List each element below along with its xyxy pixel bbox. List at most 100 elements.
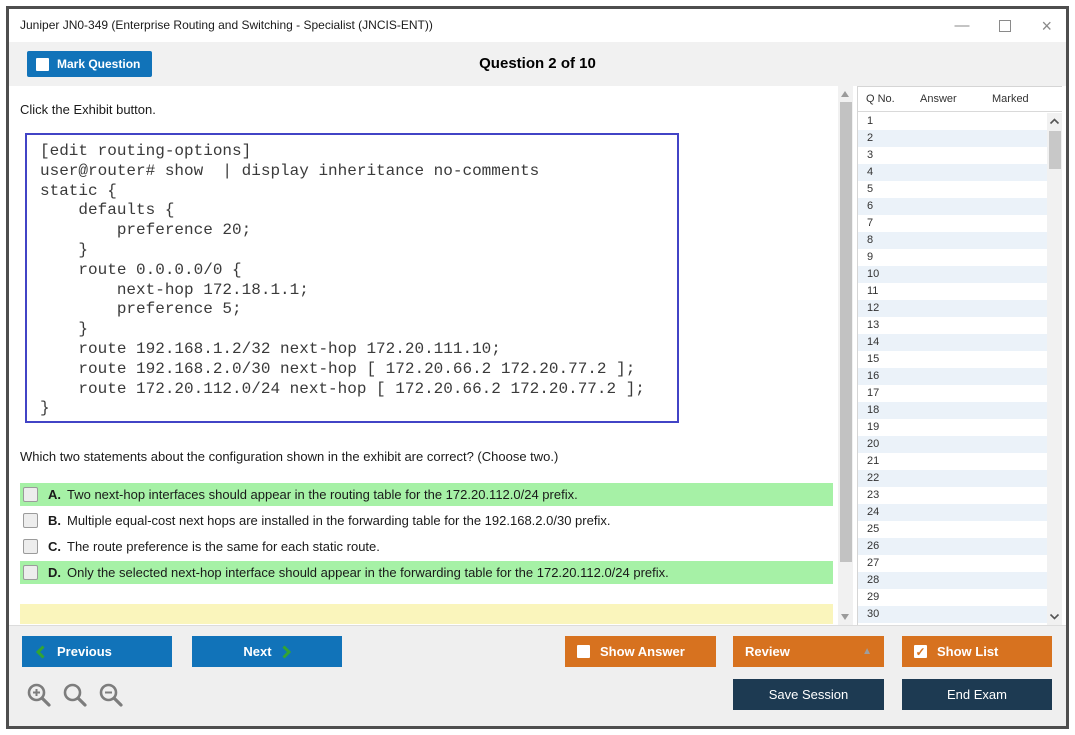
question-number: 20 xyxy=(867,438,879,450)
chevron-up-icon[interactable] xyxy=(1049,118,1060,125)
answer-option-b[interactable]: B.Multiple equal-cost next hops are inst… xyxy=(20,509,833,532)
question-counter: Question 2 of 10 xyxy=(9,42,1066,86)
show-answer-checkbox[interactable] xyxy=(577,645,590,658)
answer-option-d[interactable]: D.Only the selected next-hop interface s… xyxy=(20,561,833,584)
question-number: 30 xyxy=(867,608,879,620)
question-list-row[interactable]: 14 xyxy=(858,334,1047,351)
question-list-row[interactable]: 19 xyxy=(858,419,1047,436)
question-list-row[interactable]: 9 xyxy=(858,249,1047,266)
question-number: 28 xyxy=(867,574,879,586)
zoom-in-icon[interactable] xyxy=(26,682,53,709)
exhibit-code-line: preference 5; xyxy=(40,300,677,320)
question-number: 16 xyxy=(867,370,879,382)
review-button[interactable]: Review ▲ xyxy=(733,636,884,667)
question-list-row[interactable]: 8 xyxy=(858,232,1047,249)
option-letter: C. xyxy=(48,539,61,554)
option-checkbox[interactable] xyxy=(23,487,38,502)
question-list-row[interactable]: 2 xyxy=(858,130,1047,147)
question-number: 24 xyxy=(867,506,879,518)
question-list-row[interactable]: 18 xyxy=(858,402,1047,419)
previous-button[interactable]: Previous xyxy=(22,636,172,667)
question-list-row[interactable]: 4 xyxy=(858,164,1047,181)
question-list-row[interactable]: 5 xyxy=(858,181,1047,198)
chevron-right-icon xyxy=(282,645,291,659)
answer-option-a[interactable]: A.Two next-hop interfaces should appear … xyxy=(20,483,833,506)
option-letter: A. xyxy=(48,487,61,502)
question-list-row[interactable]: 23 xyxy=(858,487,1047,504)
question-list-row[interactable]: 13 xyxy=(858,317,1047,334)
question-list-row[interactable]: 27 xyxy=(858,555,1047,572)
col-answer: Answer xyxy=(920,93,992,105)
window-controls: — × xyxy=(954,9,1052,42)
question-list-row[interactable]: 30 xyxy=(858,606,1047,623)
question-list-row[interactable]: 15 xyxy=(858,351,1047,368)
show-answer-label: Show Answer xyxy=(600,644,685,659)
close-icon[interactable]: × xyxy=(1041,17,1052,35)
question-list-row[interactable]: 29 xyxy=(858,589,1047,606)
show-answer-button[interactable]: Show Answer xyxy=(565,636,716,667)
col-qno: Q No. xyxy=(858,93,920,105)
question-number: 5 xyxy=(867,183,873,195)
next-button[interactable]: Next xyxy=(192,636,342,667)
minimize-icon[interactable]: — xyxy=(954,18,969,33)
question-number: 8 xyxy=(867,234,873,246)
question-list-row[interactable]: 7 xyxy=(858,215,1047,232)
question-list-row[interactable]: 21 xyxy=(858,453,1047,470)
option-checkbox[interactable] xyxy=(23,513,38,528)
question-number: 7 xyxy=(867,217,873,229)
question-list-row[interactable]: 11 xyxy=(858,283,1047,300)
main-scrollbar-thumb[interactable] xyxy=(840,102,852,562)
chevron-down-icon[interactable] xyxy=(1049,613,1060,620)
question-number: 2 xyxy=(867,132,873,144)
save-session-button[interactable]: Save Session xyxy=(733,679,884,710)
question-list-row[interactable]: 28 xyxy=(858,572,1047,589)
question-list-row[interactable]: 12 xyxy=(858,300,1047,317)
option-letter: D. xyxy=(48,565,61,580)
window-title: Juniper JN0-349 (Enterprise Routing and … xyxy=(20,18,433,32)
footer-bar: Previous Next Show Answer Review ▲ ✓ Sho… xyxy=(9,625,1066,726)
question-number: 22 xyxy=(867,472,879,484)
question-list-row[interactable]: 24 xyxy=(858,504,1047,521)
exhibit-code-line: [edit routing-options] xyxy=(40,142,677,162)
exhibit-code-line: } xyxy=(40,320,677,340)
main-scrollbar[interactable] xyxy=(838,86,853,625)
scroll-up-icon[interactable] xyxy=(841,91,849,97)
question-list-row[interactable]: 6 xyxy=(858,198,1047,215)
exhibit-prompt: Click the Exhibit button. xyxy=(20,102,156,117)
question-list-panel: Q No. Answer Marked 12345678910111213141… xyxy=(857,86,1062,625)
question-list-row[interactable]: 3 xyxy=(858,147,1047,164)
scroll-down-icon[interactable] xyxy=(841,614,849,620)
question-list-row[interactable]: 25 xyxy=(858,521,1047,538)
exam-window: Juniper JN0-349 (Enterprise Routing and … xyxy=(6,6,1069,729)
question-text: Which two statements about the configura… xyxy=(20,449,558,464)
option-checkbox[interactable] xyxy=(23,565,38,580)
review-label: Review xyxy=(745,644,790,659)
maximize-icon[interactable] xyxy=(999,20,1011,32)
question-list-row[interactable]: 16 xyxy=(858,368,1047,385)
sidebar-scrollbar[interactable] xyxy=(1047,113,1062,625)
show-list-checkbox[interactable]: ✓ xyxy=(914,645,927,658)
question-number: 29 xyxy=(867,591,879,603)
caret-up-icon: ▲ xyxy=(862,646,872,657)
answer-option-c[interactable]: C.The route preference is the same for e… xyxy=(20,535,833,558)
zoom-reset-icon[interactable] xyxy=(62,682,89,709)
question-list-row[interactable]: 20 xyxy=(858,436,1047,453)
show-list-button[interactable]: ✓ Show List xyxy=(902,636,1052,667)
exhibit-code-box: [edit routing-options]user@router# show … xyxy=(25,133,679,423)
question-list-row[interactable]: 22 xyxy=(858,470,1047,487)
question-list-row[interactable]: 17 xyxy=(858,385,1047,402)
col-marked: Marked xyxy=(992,93,1052,105)
zoom-out-icon[interactable] xyxy=(98,682,125,709)
sidebar-scrollbar-thumb[interactable] xyxy=(1049,131,1061,169)
exhibit-code-line: preference 20; xyxy=(40,221,677,241)
question-list-row[interactable]: 26 xyxy=(858,538,1047,555)
option-checkbox[interactable] xyxy=(23,539,38,554)
question-list-row[interactable]: 1 xyxy=(858,113,1047,130)
note-strip xyxy=(20,604,833,624)
exhibit-code-line: user@router# show | display inheritance … xyxy=(40,162,677,182)
end-exam-button[interactable]: End Exam xyxy=(902,679,1052,710)
question-number: 12 xyxy=(867,302,879,314)
question-number: 19 xyxy=(867,421,879,433)
question-list-row[interactable]: 10 xyxy=(858,266,1047,283)
zoom-controls xyxy=(26,682,125,709)
